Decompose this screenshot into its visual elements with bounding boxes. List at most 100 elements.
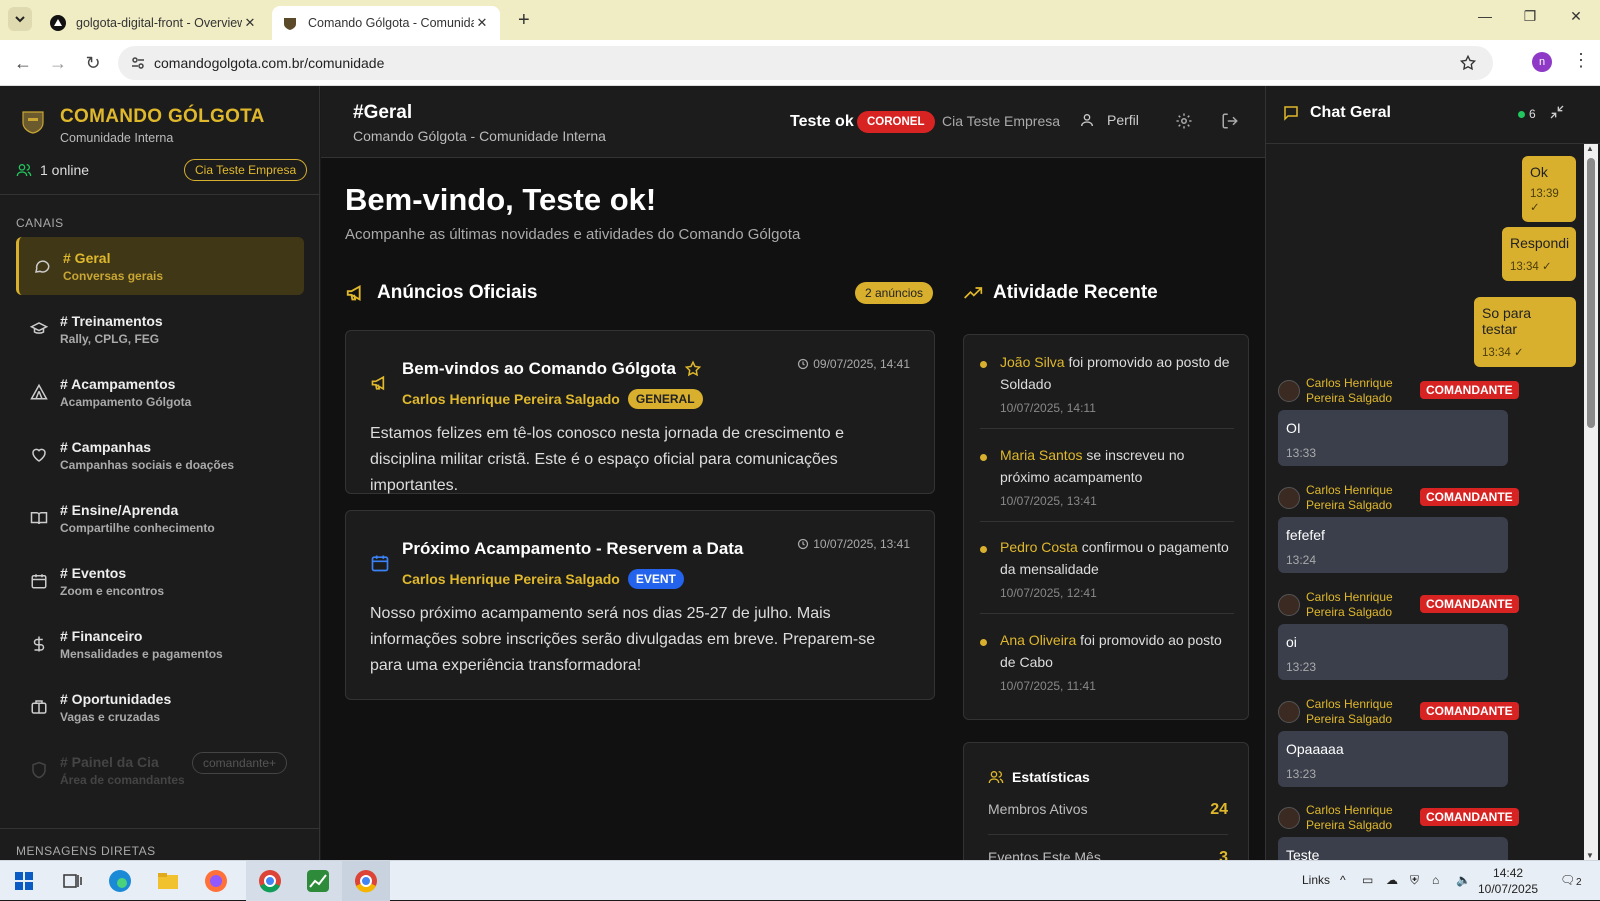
scroll-up-icon[interactable]: ▲ — [1586, 144, 1594, 153]
activity-text: Ana Oliveira foi promovido ao posto de C… — [1000, 629, 1234, 673]
tent-icon — [30, 383, 48, 400]
permission-badge: comandante+ — [192, 752, 288, 774]
chat-scrollbar[interactable]: ▲ ▼ — [1584, 144, 1598, 860]
channel-name: # Financeiro — [60, 627, 143, 644]
welcome-heading: Bem-vindo, Teste ok! — [345, 182, 657, 217]
site-settings-icon[interactable] — [130, 55, 146, 71]
channel-desc: Área de comandantes — [60, 772, 185, 787]
star-icon — [684, 360, 702, 377]
heart-icon — [32, 448, 46, 462]
volume-icon[interactable]: 🔈 — [1456, 873, 1471, 887]
channel-subtitle: Comando Gólgota - Comunidade Interna — [353, 128, 606, 144]
announcements-heading: Anúncios Oficiais — [345, 282, 537, 304]
stats-heading: Estatísticas — [988, 769, 1090, 785]
main-content: #Geral Comando Gólgota - Comunidade Inte… — [321, 86, 1265, 860]
member-name: Pedro Costa — [1000, 539, 1078, 555]
message-time: 13:33 — [1286, 446, 1317, 460]
my-message: Respondi 13:34 ✓ — [1502, 227, 1576, 281]
browser-tab-vercel[interactable]: golgota-digital-front - Overview ✕ — [40, 6, 268, 40]
announcement-body: Nosso próximo acampamento será nos dias … — [370, 605, 876, 674]
online-count-text: 6 — [1529, 107, 1536, 121]
window-close-icon[interactable]: ✕ — [1561, 8, 1591, 25]
channel-campanhas[interactable]: # Campanhas Campanhas sociais e doações — [16, 426, 304, 484]
channel-financeiro[interactable]: # Financeiro Mensalidades e pagamentos — [16, 615, 304, 673]
activity-time: 10/07/2025, 11:41 — [1000, 679, 1096, 693]
minimize-icon[interactable]: — — [1470, 8, 1500, 24]
bullet-dot — [980, 639, 987, 646]
divider — [0, 194, 319, 195]
channel-oportunidades[interactable]: # Oportunidades Vagas e cruzadas — [16, 678, 304, 736]
date-text: 09/07/2025, 14:41 — [813, 357, 910, 371]
browser-profile-avatar[interactable]: n — [1532, 52, 1552, 72]
app-chart-icon[interactable] — [304, 867, 332, 895]
author-name: Carlos Henrique Pereira Salgado — [402, 391, 620, 407]
date-text: 10/07/2025, 13:41 — [813, 537, 910, 551]
channel-desc: Mensalidades e pagamentos — [60, 646, 223, 661]
url-bar[interactable]: comandogolgota.com.br/comunidade — [118, 46, 1493, 80]
message-text: fefefef — [1286, 527, 1325, 543]
new-tab-plus-icon[interactable]: + — [518, 9, 530, 32]
channel-desc: Conversas gerais — [63, 268, 164, 283]
message-bubble: Teste — [1278, 837, 1508, 860]
chat-bubble-icon — [35, 260, 50, 273]
site-favicon — [284, 18, 296, 30]
stat-row: Membros Ativos 24 — [988, 801, 1228, 835]
bookmark-star-icon[interactable] — [1459, 54, 1477, 72]
channel-name: # Campanhas — [60, 438, 152, 455]
tray-chevron-icon[interactable]: ^ — [1340, 873, 1346, 887]
channels-label: CANAIS — [16, 216, 64, 230]
security-icon[interactable]: ⛨ — [1410, 873, 1419, 888]
scroll-down-icon[interactable]: ▼ — [1586, 851, 1594, 860]
forward-arrow-icon[interactable]: → — [47, 52, 69, 74]
activity-time: 10/07/2025, 13:41 — [1000, 494, 1097, 508]
tab-search-button[interactable] — [8, 7, 32, 31]
activity-list: João Silva foi promovido ao posto de Sol… — [963, 334, 1249, 720]
channel-name: # Oportunidades — [60, 690, 172, 707]
channel-name: # Treinamentos — [60, 312, 163, 329]
firefox-icon[interactable] — [202, 867, 230, 895]
browser-tab-comunidade[interactable]: Comando Gólgota - Comunidade ✕ — [272, 6, 500, 40]
channel-eventos[interactable]: # Eventos Zoom e encontros — [16, 552, 304, 610]
maximize-icon[interactable]: ❐ — [1515, 8, 1545, 25]
close-icon[interactable]: ✕ — [242, 15, 258, 31]
chat-title-text: Chat Geral — [1310, 104, 1391, 121]
minimize-chat-icon[interactable] — [1549, 104, 1565, 120]
announcement-card: Próximo Acampamento - Reservem a Data 10… — [345, 510, 935, 700]
channel-acampamentos[interactable]: # Acampamentos Acampamento Gólgota — [16, 363, 304, 421]
back-arrow-icon[interactable]: ← — [12, 52, 34, 74]
announcement-date: 10/07/2025, 13:41 — [797, 537, 910, 551]
activity-heading: Atividade Recente — [963, 282, 1158, 304]
activity-text: João Silva foi promovido ao posto de Sol… — [1000, 351, 1234, 395]
chrome-icon[interactable] — [256, 867, 284, 895]
profile-button[interactable]: Perfil — [1079, 112, 1139, 128]
channel-geral[interactable]: # Geral Conversas gerais — [16, 237, 304, 295]
calendar-icon — [371, 555, 389, 572]
gear-icon[interactable] — [1175, 112, 1193, 130]
stat-row: Eventos Este Mês 3 — [988, 849, 1228, 860]
onedrive-icon[interactable]: ☁ — [1386, 873, 1398, 887]
channel-name: # Painel da Cia — [60, 753, 159, 770]
stat-value: 3 — [1219, 849, 1228, 860]
channel-name: # Geral — [63, 249, 111, 266]
taskbar-clock[interactable]: 14:42 10/07/2025 — [1478, 865, 1538, 897]
file-explorer-icon[interactable] — [154, 867, 182, 895]
close-icon[interactable]: ✕ — [474, 15, 490, 31]
windows-start-icon[interactable] — [10, 867, 38, 895]
edge-browser-icon[interactable] — [106, 867, 134, 895]
task-view-icon[interactable] — [58, 867, 86, 895]
browser-menu-icon[interactable]: ⋮ — [1572, 50, 1590, 71]
chrome-profile-icon[interactable] — [352, 867, 380, 895]
chevron-down-icon — [15, 16, 25, 23]
wifi-icon[interactable]: ⌂ — [1432, 873, 1439, 887]
reload-icon[interactable]: ↻ — [82, 52, 104, 74]
message-bubble: oi 13:23 — [1278, 624, 1508, 680]
network-icon[interactable]: ▭ — [1362, 873, 1373, 887]
notifications-icon[interactable]: 🗨 — [1560, 873, 1575, 887]
notification-count: 2 — [1576, 877, 1582, 888]
chat-header: Chat Geral 6 — [1266, 86, 1600, 144]
logout-icon[interactable] — [1221, 112, 1239, 130]
channel-ensine-aprenda[interactable]: # Ensine/Aprenda Compartilhe conhecimento — [16, 489, 304, 547]
scroll-thumb[interactable] — [1587, 158, 1595, 428]
links-toolbar[interactable]: Links — [1302, 873, 1330, 887]
channel-treinamentos[interactable]: # Treinamentos Rally, CPLG, FEG — [16, 300, 304, 358]
